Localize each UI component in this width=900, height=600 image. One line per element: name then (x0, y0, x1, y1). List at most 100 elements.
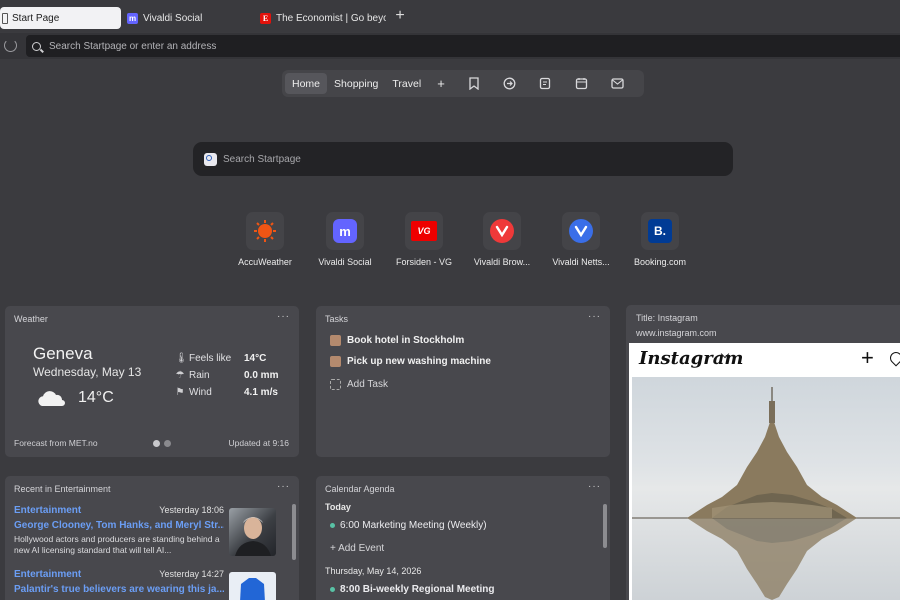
dial-label: Forsiden - VG (395, 257, 453, 267)
task-label: Book hotel in Stockholm (347, 335, 465, 346)
speed-dial-vivaldi-social[interactable]: m Vivaldi Social (302, 212, 388, 267)
instagram-page[interactable]: Instagram + (629, 343, 900, 600)
tab-label: Vivaldi Social (143, 12, 203, 24)
speed-dial-accuweather[interactable]: AccuWeather (222, 212, 308, 267)
startpage-search[interactable] (193, 142, 733, 176)
tab-start-page[interactable]: Start Page (0, 7, 121, 29)
weather-value: 0.0 mm (244, 370, 279, 381)
thermometer-icon: 🌡︎ (175, 353, 188, 364)
tasks-widget: Tasks ··· Book hotel in Stockholm Pick u… (316, 306, 610, 457)
add-task-checkbox-icon (330, 379, 341, 390)
dial-label: Vivaldi Brow... (473, 257, 531, 267)
news-item[interactable]: Entertainment Yesterday 18:06 George Clo… (14, 505, 224, 556)
search-input[interactable] (223, 153, 623, 165)
economist-icon: E (260, 12, 271, 24)
speed-dial-nav: Home Shopping Travel + (282, 70, 644, 97)
event-time: 8:00 (340, 584, 361, 595)
dial-thumbnail (562, 212, 600, 250)
widget-more-button[interactable]: ··· (277, 311, 290, 322)
widget-more-button[interactable]: ··· (588, 311, 601, 322)
add-event-button[interactable]: + Add Event (330, 543, 384, 554)
tab-label: Start Page (12, 12, 60, 24)
mail-icon[interactable] (600, 73, 636, 94)
event-time: 6:00 (340, 520, 360, 531)
reload-icon[interactable] (4, 39, 17, 52)
news-item[interactable]: Entertainment Yesterday 14:27 Palantir's… (14, 569, 224, 595)
agenda-event[interactable]: 8:00 Bi-weekly Regional Meeting (330, 584, 495, 595)
mont-saint-michel-image (632, 387, 900, 600)
mastodon-icon: m (127, 12, 138, 24)
vivaldi-icon (569, 219, 593, 243)
weather-row-wind: ⚑︎ Wind 4.1 m/s (175, 387, 278, 398)
webpage-widget-instagram: Title: Instagram www.instagram.com Insta… (626, 305, 900, 600)
address-bar-row (0, 33, 900, 59)
plus-icon[interactable]: + (861, 345, 874, 371)
event-dot-icon (330, 587, 335, 592)
widget-more-button[interactable]: ··· (588, 481, 601, 492)
history-icon[interactable] (492, 73, 528, 94)
notes-icon[interactable] (528, 73, 564, 94)
dial-thumbnail (483, 212, 521, 250)
news-headline[interactable]: George Clooney, Tom Hanks, and Meryl Str… (14, 520, 224, 531)
weather-key: Feels like (189, 353, 232, 364)
news-thumbnail[interactable] (229, 572, 276, 600)
task-checkbox[interactable] (330, 356, 341, 367)
nav-travel[interactable]: Travel (385, 73, 428, 94)
weather-city: Geneva (33, 344, 93, 363)
search-icon (32, 41, 41, 51)
scrollbar[interactable] (603, 504, 607, 548)
weather-page-dots[interactable] (153, 440, 171, 447)
widget-more-button[interactable]: ··· (277, 481, 290, 492)
news-time: Yesterday 14:27 (159, 569, 224, 579)
heart-icon[interactable] (887, 349, 900, 367)
widget-title: Calendar Agenda (325, 484, 395, 494)
weather-updated: Updated at 9:16 (228, 438, 290, 448)
news-headline[interactable]: Palantir's true believers are wearing th… (14, 584, 224, 595)
task-item[interactable]: Pick up new washing machine (330, 356, 491, 367)
nav-shopping[interactable]: Shopping (327, 73, 385, 94)
widget-url: www.instagram.com (636, 328, 717, 338)
event-dot-icon (330, 523, 335, 528)
mastodon-icon: m (333, 219, 357, 243)
instagram-post-image[interactable] (632, 377, 900, 600)
tab-vivaldi-social[interactable]: m Vivaldi Social (121, 7, 254, 29)
calendar-icon[interactable] (564, 73, 600, 94)
startpage-logo-icon (204, 152, 217, 166)
agenda-event[interactable]: 6:00 Marketing Meeting (Weekly) (330, 520, 487, 531)
event-title: Marketing Meeting (Weekly) (362, 520, 487, 531)
task-item[interactable]: Book hotel in Stockholm (330, 335, 464, 346)
speed-dial-vivaldi-browser[interactable]: Vivaldi Brow... (459, 212, 545, 267)
task-checkbox[interactable] (330, 335, 341, 346)
event-title: Bi-weekly Regional Meeting (362, 584, 495, 595)
tab-economist[interactable]: E The Economist | Go beyon (254, 7, 386, 29)
weather-widget: Weather ··· Geneva Wednesday, May 13 14°… (5, 306, 299, 457)
speed-dial-vg[interactable]: VG Forsiden - VG (381, 212, 467, 267)
news-time: Yesterday 18:06 (159, 505, 224, 515)
speed-dial-booking[interactable]: B. Booking.com (617, 212, 703, 267)
widget-title: Weather (14, 314, 48, 324)
add-task-label: Add Task (347, 379, 388, 390)
task-label: Pick up new washing machine (347, 356, 491, 367)
vivaldi-icon (490, 219, 514, 243)
address-bar[interactable] (26, 35, 900, 57)
scrollbar[interactable] (292, 504, 296, 560)
instagram-logo: Instagram (639, 348, 744, 369)
add-dial-group-button[interactable]: + (428, 73, 454, 94)
dial-label: AccuWeather (238, 257, 292, 267)
add-task-button[interactable]: Add Task (330, 379, 388, 390)
weather-key: Rain (189, 370, 210, 381)
bookmarks-icon[interactable] (456, 73, 492, 94)
widget-title: Recent in Entertainment (14, 484, 111, 494)
new-tab-button[interactable]: + (392, 7, 408, 25)
weather-source: Forecast from MET.no (14, 438, 98, 448)
agenda-day-thursday: Thursday, May 14, 2026 (325, 566, 422, 576)
news-description: Hollywood actors and producers are stand… (14, 534, 220, 555)
dial-thumbnail: VG (405, 212, 443, 250)
widget-title: Tasks (325, 314, 349, 324)
news-thumbnail[interactable] (229, 508, 276, 556)
speed-dial-vivaldi-netts[interactable]: Vivaldi Netts... (538, 212, 624, 267)
nav-home[interactable]: Home (285, 73, 328, 94)
umbrella-icon: ☂︎ (175, 370, 185, 381)
address-input[interactable] (49, 40, 349, 52)
weather-temperature: 14°C (78, 389, 114, 406)
